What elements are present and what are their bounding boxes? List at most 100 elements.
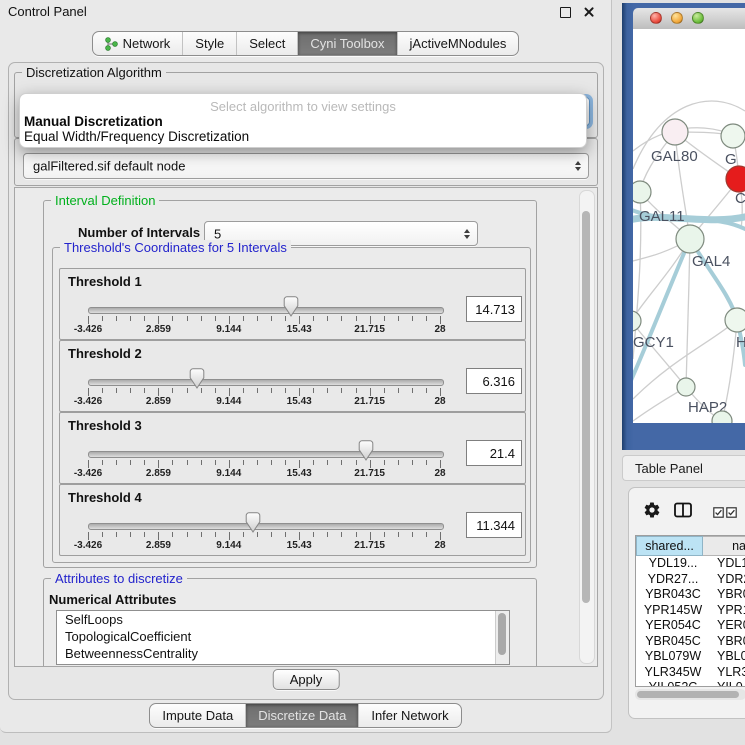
- slider-tick: [243, 532, 244, 537]
- attribute-list-item[interactable]: SelfLoops: [57, 611, 509, 628]
- table-row[interactable]: YIL052CYIL0: [636, 680, 745, 686]
- slider-tick: [398, 532, 399, 537]
- table-row[interactable]: YDR27...YDR2: [636, 572, 745, 588]
- slider-tick: [412, 388, 413, 393]
- slider-tick-label: 21.715: [348, 396, 392, 407]
- split-columns-icon[interactable]: [674, 502, 692, 518]
- list-scrollbar-thumb[interactable]: [498, 613, 506, 655]
- slider-tick: [370, 460, 371, 468]
- network-window-titlebar[interactable]: [633, 8, 745, 30]
- threshold-value-field[interactable]: 14.713: [466, 296, 522, 322]
- popup-option-manual-discretization[interactable]: Manual Discretization: [24, 114, 163, 129]
- table-row[interactable]: YLR345WYLR3: [636, 665, 745, 681]
- cell-shared-name: YBR043C: [636, 587, 710, 603]
- network-edge[interactable]: [686, 239, 690, 387]
- table-row[interactable]: YPR145WYPR1: [636, 603, 745, 619]
- cell-shared-name: YDR27...: [636, 572, 710, 588]
- threshold-value-field[interactable]: 6.316: [466, 368, 522, 394]
- slider-tick: [313, 316, 314, 321]
- settings-vertical-scrollbar[interactable]: [579, 190, 595, 664]
- slider-tick: [187, 316, 188, 321]
- network-node-g[interactable]: [721, 124, 745, 148]
- slider-track[interactable]: [88, 451, 444, 458]
- slider-thumb[interactable]: [189, 368, 205, 389]
- table-row[interactable]: YDL19...YDL1: [636, 556, 745, 572]
- tab-style[interactable]: Style: [182, 32, 236, 55]
- slider-tick: [187, 532, 188, 537]
- tab-infer-network[interactable]: Infer Network: [358, 704, 460, 727]
- threshold-value-field[interactable]: 11.344: [466, 512, 522, 538]
- table-scrollbar-thumb[interactable]: [637, 691, 739, 698]
- table-data-combobox[interactable]: galFiltered.sif default node: [23, 153, 589, 179]
- float-window-icon[interactable]: [560, 7, 571, 18]
- slider-tick: [88, 316, 89, 324]
- group-attributes-to-discretize: Attributes to discretize Numerical Attri…: [43, 578, 537, 667]
- apply-button[interactable]: Apply: [273, 669, 340, 690]
- zoom-traffic-light-icon[interactable]: [692, 12, 704, 24]
- slider-tick: [172, 532, 173, 537]
- column-header-name[interactable]: na: [703, 536, 745, 556]
- table-row[interactable]: YBR043CYBR0: [636, 587, 745, 603]
- slider-tick: [158, 532, 159, 540]
- tab-discretize-data[interactable]: Discretize Data: [245, 704, 358, 727]
- checkbox-icon[interactable]: [726, 507, 737, 518]
- slider-track[interactable]: [88, 523, 444, 530]
- slider-tick: [426, 388, 427, 393]
- slider-tick: [271, 460, 272, 465]
- slider-thumb[interactable]: [283, 296, 299, 317]
- threshold-1-box: Threshold 1-3.4262.8599.14415.4321.71528…: [59, 268, 526, 340]
- network-node-hap2[interactable]: [677, 378, 695, 396]
- slider-thumb[interactable]: [245, 512, 261, 533]
- slider-track[interactable]: [88, 379, 444, 386]
- slider-tick: [201, 316, 202, 321]
- tab-network[interactable]: Network: [93, 32, 183, 55]
- gear-icon[interactable]: [643, 501, 661, 519]
- network-node-h[interactable]: [725, 308, 745, 332]
- numerical-attributes-list[interactable]: SelfLoopsTopologicalCoefficientBetweenne…: [56, 610, 510, 665]
- checkbox-icon[interactable]: [713, 507, 724, 518]
- slider-tick: [158, 460, 159, 468]
- table-horizontal-scrollbar[interactable]: [635, 689, 745, 700]
- slider-track[interactable]: [88, 307, 444, 314]
- tab-select[interactable]: Select: [236, 32, 297, 55]
- slider-tick: [285, 532, 286, 537]
- network-edge-highlighted[interactable]: [633, 239, 690, 385]
- table-row[interactable]: YBR045CYBR0: [636, 634, 745, 650]
- threshold-value-field[interactable]: 21.4: [466, 440, 522, 466]
- table-row[interactable]: YER054CYER0: [636, 618, 745, 634]
- slider-tick: [398, 316, 399, 321]
- tab-label: Style: [195, 36, 224, 51]
- network-node-c[interactable]: [726, 166, 745, 192]
- slider-tick: [172, 388, 173, 393]
- column-header-shared-name[interactable]: shared...: [636, 536, 703, 556]
- slider-tick: [201, 532, 202, 537]
- tab-label: jActiveMNodules: [410, 36, 507, 51]
- network-node-label: H: [736, 334, 745, 351]
- tab-jactivemnodules[interactable]: jActiveMNodules: [397, 32, 519, 55]
- app-root: Control Panel NetworkStyleSelectCyni Too…: [0, 0, 745, 745]
- popup-option-equal-width-frequency[interactable]: Equal Width/Frequency Discretization: [24, 129, 249, 144]
- slider-tick: [299, 316, 300, 324]
- network-node-gal4[interactable]: [676, 225, 704, 253]
- tab-impute-data[interactable]: Impute Data: [150, 704, 245, 727]
- slider-tick: [370, 316, 371, 324]
- list-scrollbar[interactable]: [495, 611, 509, 664]
- close-icon[interactable]: [583, 6, 595, 18]
- number-of-intervals-label: Number of Intervals: [78, 225, 200, 240]
- settings-scrollbar-thumb[interactable]: [582, 211, 590, 603]
- network-node-gal11[interactable]: [633, 181, 651, 203]
- table-row[interactable]: YBL079WYBL0: [636, 649, 745, 665]
- minimize-traffic-light-icon[interactable]: [671, 12, 683, 24]
- attribute-list-item[interactable]: BetweennessCentrality: [57, 645, 509, 662]
- close-traffic-light-icon[interactable]: [650, 12, 662, 24]
- tab-cyni-toolbox[interactable]: Cyni Toolbox: [297, 32, 396, 55]
- group-title-discretization: Discretization Algorithm: [22, 65, 166, 80]
- slider-tick: [299, 460, 300, 468]
- tab-label: Select: [249, 36, 285, 51]
- slider-thumb[interactable]: [358, 440, 374, 461]
- network-canvas[interactable]: GAL80GCGAL11GAL4GCY1HHAP2: [633, 29, 745, 423]
- network-node-gal80[interactable]: [662, 119, 688, 145]
- network-node-gcy1[interactable]: [633, 311, 641, 331]
- slider-tick: [116, 532, 117, 537]
- attribute-list-item[interactable]: TopologicalCoefficient: [57, 628, 509, 645]
